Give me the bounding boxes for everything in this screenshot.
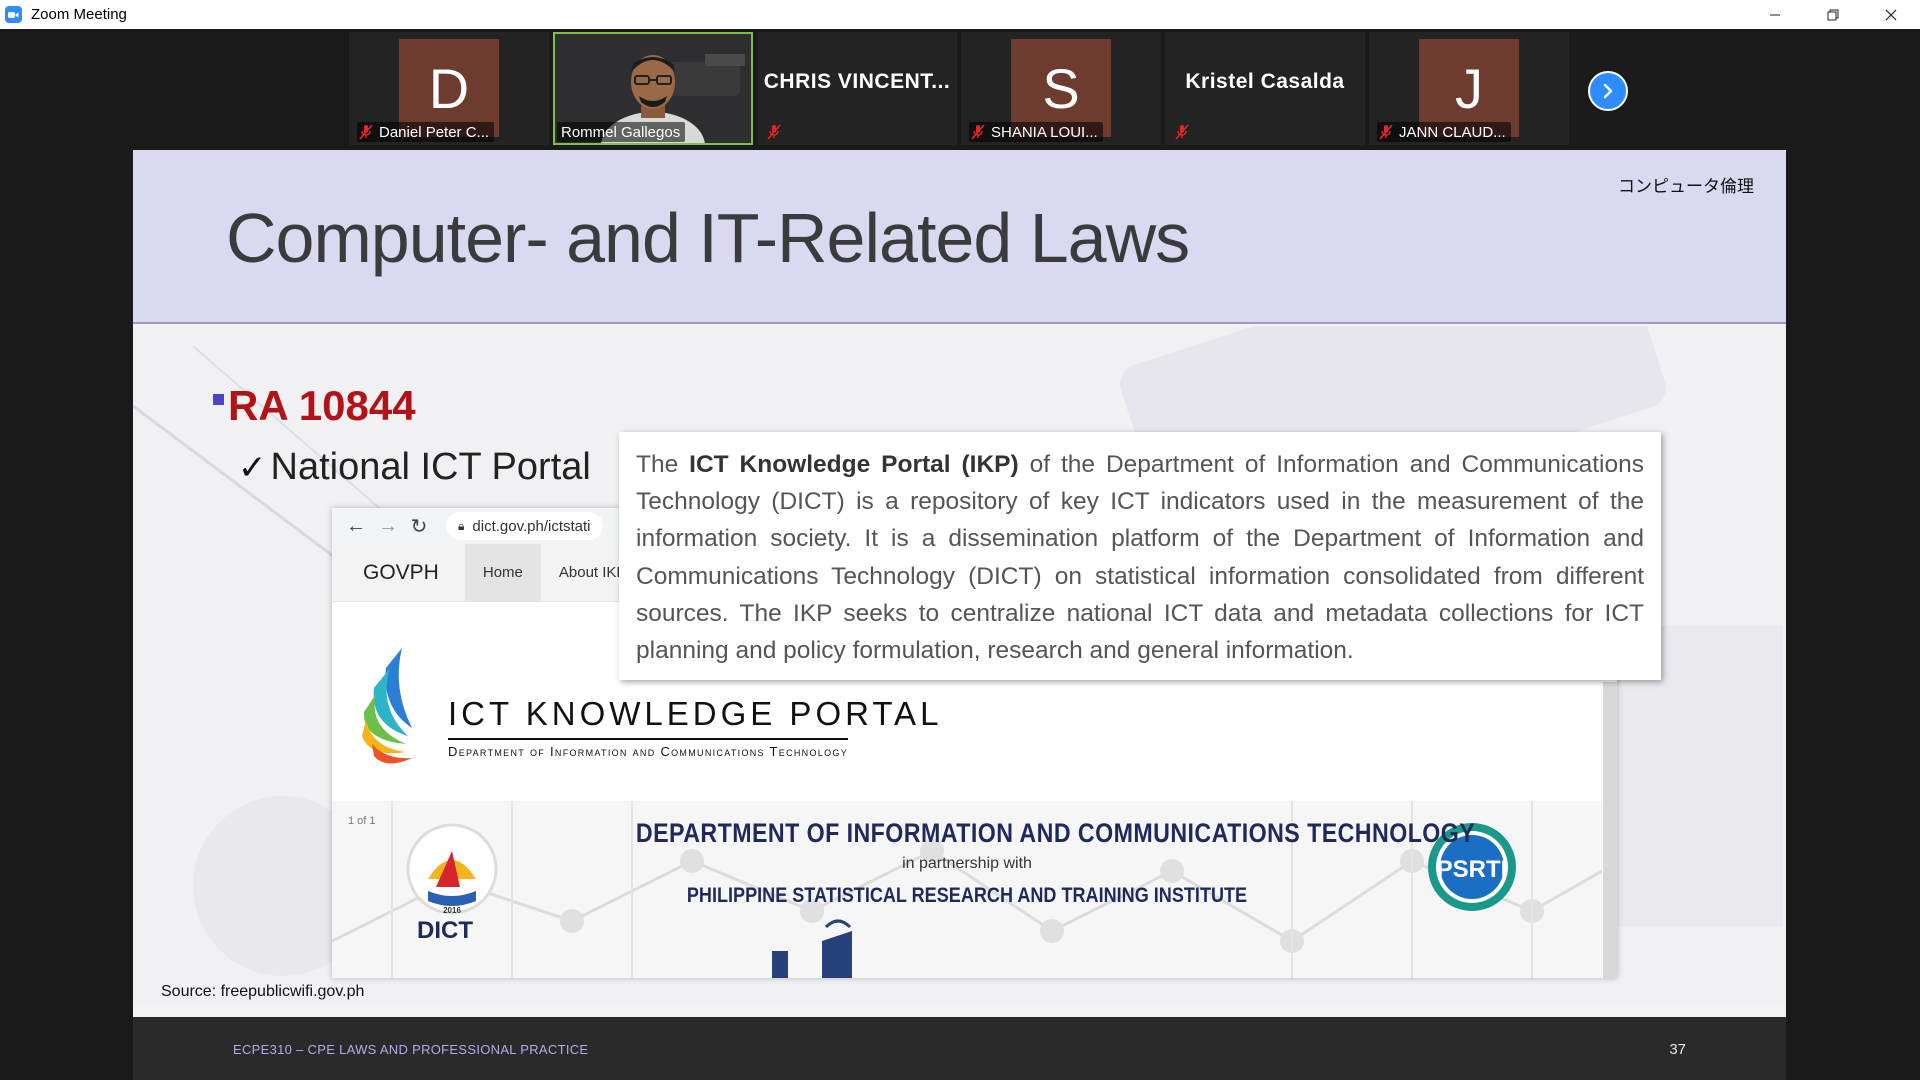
participant-tile[interactable]: Kristel Casalda <box>1165 32 1365 145</box>
chevron-right-icon <box>1603 83 1613 99</box>
participant-name: JANN CLAUD... <box>1399 123 1506 141</box>
muted-mic-icon <box>1175 124 1189 140</box>
callout-bold-term: ICT Knowledge Portal (IKP) <box>689 451 1019 478</box>
muted-mic-icon <box>359 124 373 140</box>
shared-screen-slide: Computer- and IT-Related Laws コンピュータ倫理 R… <box>133 150 1786 1080</box>
participant-tile[interactable]: S SHANIA LOUI... <box>961 32 1161 145</box>
muted-mic-icon <box>971 124 985 140</box>
checkmark-icon: ✓ <box>238 448 267 487</box>
participant-name: Rommel Gallegos <box>561 123 681 141</box>
participant-tile[interactable]: CHRIS VINCENT... <box>757 32 957 145</box>
window-title-bar: Zoom Meeting <box>0 0 1920 29</box>
muted-mic-icon <box>1379 124 1393 140</box>
govph-brand: GOVPH <box>363 560 439 584</box>
minimize-icon <box>1770 14 1780 15</box>
callout-paragraph: The ICT Knowledge Portal (IKP) of the De… <box>636 446 1644 669</box>
website-scrollbar <box>1603 682 1617 978</box>
bullet-item: RA 10844 <box>213 382 416 430</box>
slide-header: Computer- and IT-Related Laws コンピュータ倫理 <box>133 150 1786 324</box>
website-banner: 2016 PSRTI 1 of 1 DICT DEPARTMENT OF INF… <box>332 801 1602 978</box>
sub-bullet-item: ✓ National ICT Portal <box>238 446 591 489</box>
dict-seal-year: 2016 <box>443 906 461 915</box>
bullet-square-icon <box>213 393 224 405</box>
window-title: Zoom Meeting <box>31 6 127 23</box>
course-title: ECPE310 – CPE LAWS AND PROFESSIONAL PRAC… <box>233 1042 589 1057</box>
slide-footer: ECPE310 – CPE LAWS AND PROFESSIONAL PRAC… <box>133 1017 1786 1080</box>
participant-name-tag: SHANIA LOUI... <box>969 122 1103 142</box>
participant-tile[interactable]: J JANN CLAUD... <box>1369 32 1569 145</box>
muted-mic-icon <box>767 124 781 140</box>
back-arrow-icon: ← <box>346 514 366 537</box>
dict-logo-text: DICT <box>417 917 473 944</box>
participant-display-name: CHRIS VINCENT... <box>763 70 951 93</box>
address-bar: 🔒︎ dict.gov.ph/ictstati <box>446 512 603 540</box>
slider-pager: 1 of 1 <box>348 815 376 827</box>
bullet-text: RA 10844 <box>228 382 416 429</box>
participant-name-tag: Daniel Peter C... <box>357 122 495 142</box>
participant-name-tag <box>1173 122 1194 142</box>
subject-label: コンピュータ倫理 <box>1618 177 1754 196</box>
portal-subtitle: Department of Information and Communicat… <box>448 738 848 759</box>
portal-name: ICT KNOWLEDGE PORTAL <box>448 695 943 732</box>
forward-arrow-icon: → <box>378 514 398 537</box>
participant-name: Daniel Peter C... <box>379 123 490 141</box>
slide-title: Computer- and IT-Related Laws <box>226 199 1190 277</box>
restore-button[interactable] <box>1804 0 1862 29</box>
slide-source: Source: freepublicwifi.gov.ph <box>161 983 365 1000</box>
ikp-feather-logo-icon <box>362 648 412 764</box>
ikp-description-callout: The ICT Knowledge Portal (IKP) of the De… <box>619 432 1661 680</box>
sub-bullet-text: National ICT Portal <box>270 446 591 488</box>
reload-icon: ↻ <box>410 515 428 538</box>
participant-tile[interactable]: D Daniel Peter C... <box>349 32 549 145</box>
slide-page-number: 37 <box>1669 1041 1686 1058</box>
minimize-button[interactable] <box>1746 0 1804 29</box>
participant-strip: D Daniel Peter C... Rommel Gallegos CHRI… <box>0 29 1920 149</box>
banner-partner-name: PHILIPPINE STATISTICAL RESEARCH AND TRAI… <box>686 884 1248 907</box>
participant-display-name: Kristel Casalda <box>1185 70 1345 93</box>
callout-text-start: The <box>636 451 690 478</box>
psrti-logo-text: PSRTI <box>1437 856 1508 883</box>
close-icon <box>1885 9 1897 20</box>
banner-title: DEPARTMENT OF INFORMATION AND COMMUNICAT… <box>635 818 1476 848</box>
zoom-app-icon <box>5 6 22 23</box>
callout-text-body: of the Department of Information and Com… <box>636 451 1644 665</box>
participant-name: SHANIA LOUI... <box>991 123 1098 141</box>
close-button[interactable] <box>1862 0 1920 29</box>
window-controls <box>1746 0 1920 29</box>
nav-home: Home <box>464 543 541 602</box>
banner-partnership-text: in partnership with <box>902 855 1032 872</box>
address-bar-url: dict.gov.ph/ictstati <box>472 517 591 535</box>
participant-video-tile[interactable]: Rommel Gallegos <box>553 32 753 145</box>
participant-name-tag: JANN CLAUD... <box>1377 122 1511 142</box>
restore-icon <box>1827 9 1839 20</box>
participant-name-tag <box>765 122 786 142</box>
participant-name-tag: Rommel Gallegos <box>557 122 686 142</box>
next-page-button[interactable] <box>1588 71 1628 111</box>
lock-icon: 🔒︎ <box>458 518 465 533</box>
